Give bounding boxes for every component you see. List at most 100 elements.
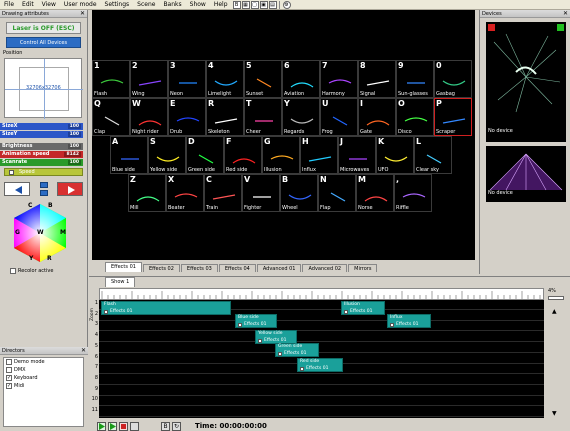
previous-arrow-button[interactable] xyxy=(4,182,30,196)
effect-cell[interactable]: 0 Gasbag xyxy=(434,60,472,98)
director-item[interactable]: ✓ Keyboard xyxy=(4,374,83,382)
param-slider[interactable]: Brightness 100 xyxy=(0,143,83,150)
close-icon[interactable]: ✕ xyxy=(563,10,568,18)
menu-edit[interactable]: Edit xyxy=(18,0,38,10)
effect-cell[interactable]: W Night rider xyxy=(130,98,168,136)
speed-slider[interactable]: Speed xyxy=(4,168,83,176)
director-checkbox[interactable] xyxy=(6,367,12,373)
stop-icon[interactable] xyxy=(119,421,128,431)
tab-effects[interactable]: Mirrors xyxy=(348,264,378,272)
effect-cell[interactable]: V Fighter xyxy=(242,174,280,212)
param-slider[interactable]: SizeX 100 xyxy=(0,123,83,130)
color-hexagon[interactable]: C B M R Y G W xyxy=(8,202,72,264)
clip-checkbox-icon[interactable] xyxy=(278,351,282,356)
param-slider[interactable]: Scanrate 100 xyxy=(0,159,83,166)
effect-cell[interactable]: D Green side xyxy=(186,136,224,174)
effect-cell[interactable]: N Flap xyxy=(318,174,356,212)
menu-scene[interactable]: Scene xyxy=(133,0,159,10)
toolbar-settings-icon[interactable]: ⚙ xyxy=(282,0,291,9)
param-value[interactable]: 100 xyxy=(67,132,81,137)
clip-checkbox-icon[interactable] xyxy=(104,309,108,314)
menu-file[interactable]: File xyxy=(0,0,18,10)
effect-cell[interactable]: 1 Flash xyxy=(92,60,130,98)
device-preview-2[interactable]: No device xyxy=(486,146,566,202)
scroll-up-icon[interactable]: ▲ xyxy=(552,308,557,315)
timeline-row[interactable]: 11 xyxy=(92,407,544,417)
director-item[interactable]: ✓ Midi xyxy=(4,382,83,390)
timeline-row[interactable]: 4 xyxy=(95,332,544,343)
director-checkbox[interactable]: ✓ xyxy=(6,375,12,381)
clip-checkbox-icon[interactable] xyxy=(390,322,394,327)
effect-cell[interactable]: C Train xyxy=(204,174,242,212)
timeline-row[interactable]: 10 xyxy=(92,396,544,407)
timeline-clip[interactable]: Flash Effects 01 xyxy=(101,301,231,315)
effect-cell[interactable]: T Cheer xyxy=(244,98,282,136)
laser-toggle-button[interactable]: Laser is OFF (ESC) xyxy=(6,22,81,34)
effect-cell[interactable]: E Drub xyxy=(168,98,206,136)
tab-effects[interactable]: Advanced 02 xyxy=(302,264,348,272)
next-arrow-button[interactable] xyxy=(57,182,83,196)
close-icon[interactable]: ✕ xyxy=(81,347,86,355)
effect-cell[interactable]: X Beater xyxy=(166,174,204,212)
record-icon[interactable] xyxy=(130,421,139,431)
close-icon[interactable]: ✕ xyxy=(80,10,85,18)
effect-cell[interactable]: H Influx xyxy=(300,136,338,174)
param-value[interactable]: 100 xyxy=(67,144,81,149)
timeline-clip[interactable]: Yellow side Effects 01 xyxy=(255,330,297,344)
timeline-row[interactable]: 8 xyxy=(95,375,544,385)
timeline-clip[interactable]: Illusion Effects 01 xyxy=(341,301,385,315)
effect-cell[interactable]: 3 Neon xyxy=(168,60,206,98)
clip-checkbox-icon[interactable] xyxy=(258,338,262,343)
arrow-down-icon[interactable] xyxy=(39,190,48,196)
effect-cell[interactable]: F Red side xyxy=(224,136,262,174)
effect-cell[interactable]: U Frog xyxy=(320,98,358,136)
param-slider[interactable]: Animation speed 8142 xyxy=(0,151,83,158)
director-checkbox[interactable]: ✓ xyxy=(6,383,12,389)
timeline-clip[interactable]: Blue side Effects 01 xyxy=(235,314,277,328)
scroll-down-icon[interactable]: ▼ xyxy=(552,410,557,417)
param-value[interactable]: 100 xyxy=(67,160,81,165)
effect-cell[interactable]: R Skeleton xyxy=(206,98,244,136)
director-checkbox[interactable] xyxy=(6,359,12,365)
toolbar-bold-icon[interactable]: B xyxy=(232,0,241,9)
effect-cell[interactable]: 9 Sun-glasses xyxy=(396,60,434,98)
director-item[interactable]: DMX xyxy=(4,366,83,374)
effect-cell[interactable]: B Wheel xyxy=(280,174,318,212)
tab-effects[interactable]: Advanced 01 xyxy=(256,264,302,272)
recolor-active-checkbox[interactable]: Recolor active xyxy=(10,268,87,274)
tab-effects[interactable]: Effects 04 xyxy=(218,264,256,272)
toolbar-panel-icon[interactable]: ▤ xyxy=(268,0,277,9)
recolor-checkbox-box[interactable] xyxy=(10,268,16,274)
toolbar-window-icon[interactable]: ▣ xyxy=(259,0,268,9)
menu-view[interactable]: View xyxy=(38,0,60,10)
device-preview-1[interactable]: No device xyxy=(486,22,566,142)
effect-cell[interactable]: I Gate xyxy=(358,98,396,136)
effect-cell[interactable]: P Scraper xyxy=(434,98,472,136)
clip-checkbox-icon[interactable] xyxy=(238,322,242,327)
effect-cell[interactable]: L Clear sky xyxy=(414,136,452,174)
timeline-ruler[interactable] xyxy=(99,288,544,300)
speed-slider-knob[interactable] xyxy=(9,170,14,175)
toolbar-grid-icon[interactable]: ▢ xyxy=(250,0,259,9)
menu-user-mode[interactable]: User mode xyxy=(60,0,101,10)
effect-cell[interactable]: Q Clap xyxy=(92,98,130,136)
timeline-clip[interactable]: Influx Effects 01 xyxy=(387,314,431,328)
tab-effects[interactable]: Effects 02 xyxy=(142,264,180,272)
director-item[interactable]: Demo mode xyxy=(4,358,83,366)
timeline-clip[interactable]: Green side Effects 01 xyxy=(275,343,319,357)
tab-show-1[interactable]: Show 1 xyxy=(105,277,136,287)
timeline-row[interactable]: 3 xyxy=(95,321,544,332)
arrow-up-icon[interactable] xyxy=(39,182,48,188)
clip-checkbox-icon[interactable] xyxy=(300,366,304,371)
effect-cell[interactable]: K UFO xyxy=(376,136,414,174)
play-icon[interactable] xyxy=(97,421,106,431)
position-pad[interactable]: 32706x32706 xyxy=(4,58,83,119)
effect-cell[interactable]: M Norse xyxy=(356,174,394,212)
effect-cell[interactable]: 8 Signal xyxy=(358,60,396,98)
effect-cell[interactable]: 4 Limelight xyxy=(206,60,244,98)
zoom-slider[interactable] xyxy=(548,296,564,300)
play-loop-icon[interactable] xyxy=(108,421,117,431)
clip-checkbox-icon[interactable] xyxy=(344,309,348,314)
effect-cell[interactable]: J Microwaves xyxy=(338,136,376,174)
timeline-clip[interactable]: Red side Effects 01 xyxy=(297,358,343,372)
